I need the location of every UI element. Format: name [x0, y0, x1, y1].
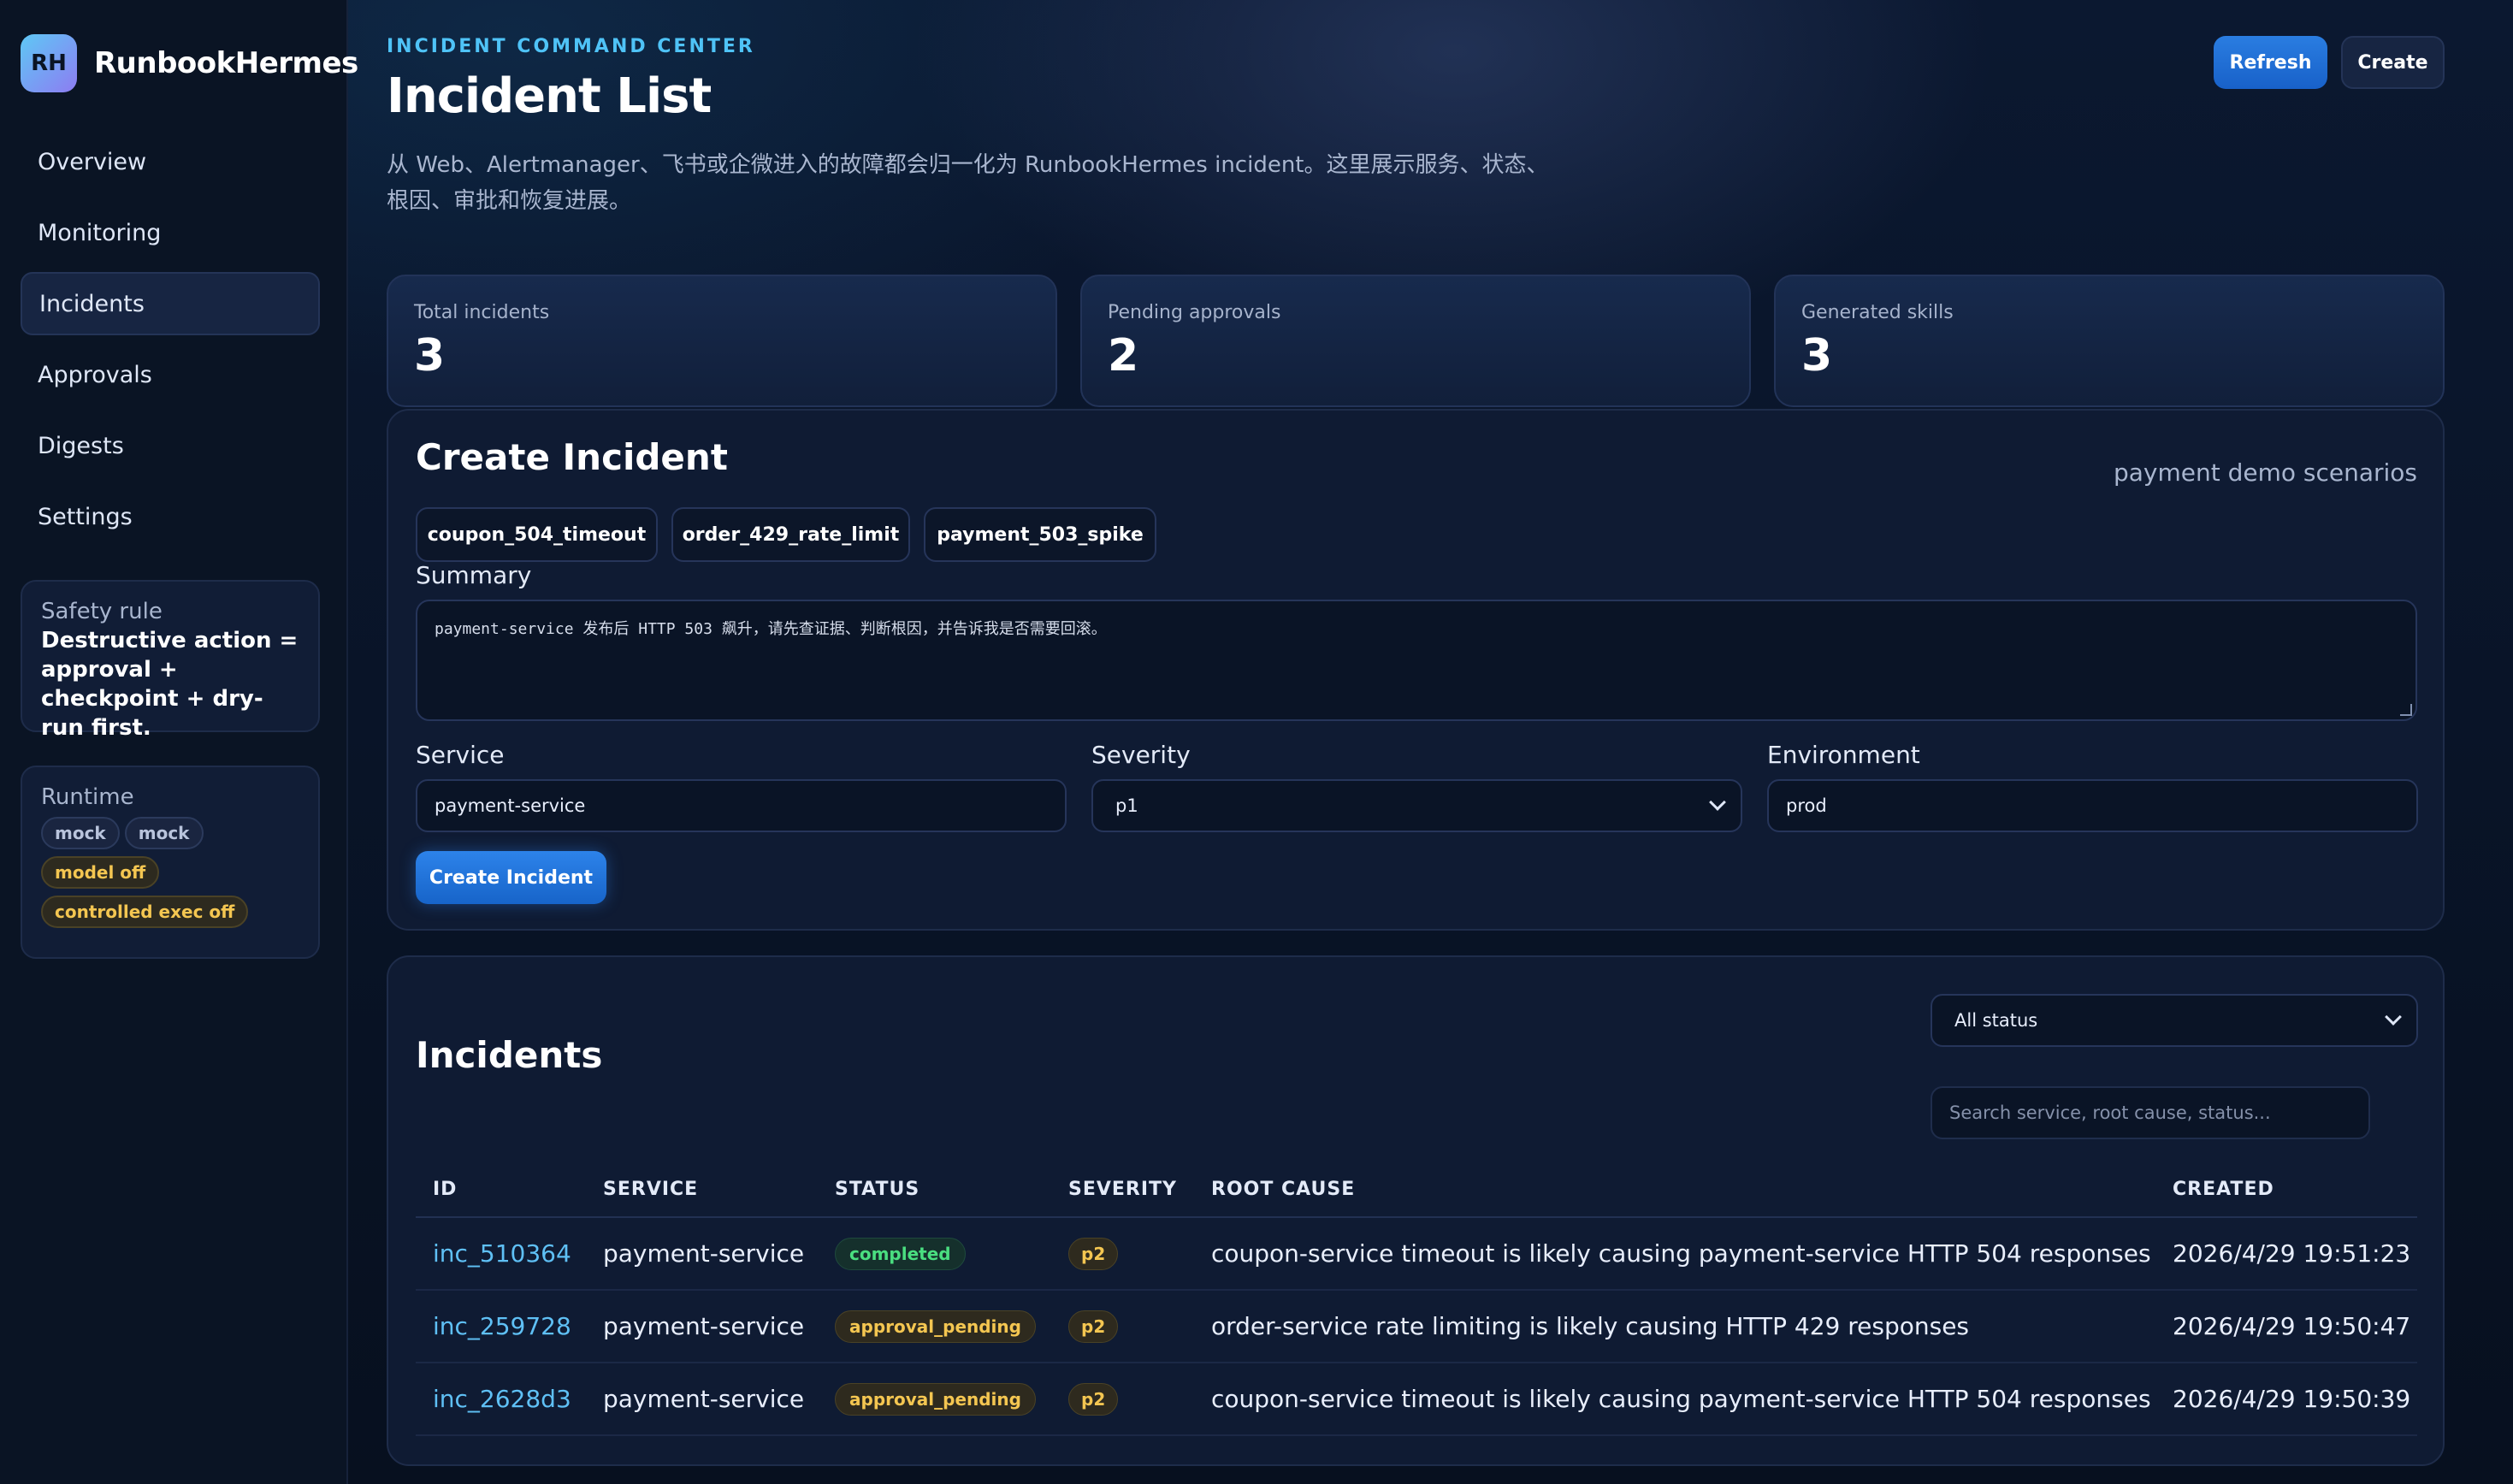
incident-status-cell: approval_pending [818, 1290, 1051, 1363]
sidebar-item-incidents[interactable]: Incidents [21, 272, 320, 335]
search-placeholder: Search service, root cause, status... [1949, 1103, 2271, 1123]
create-incident-panel: Create Incident payment demo scenarios c… [387, 409, 2445, 931]
create-button[interactable]: Create [2341, 36, 2445, 89]
incident-id-link[interactable]: inc_2628d3 [416, 1363, 586, 1436]
sidebar: RH RunbookHermes Overview Monitoring Inc… [0, 0, 358, 1484]
summary-value: payment-service 发布后 HTTP 503 飙升，请先查证据、判断… [435, 620, 1107, 638]
chevron-down-icon [2385, 1008, 2402, 1026]
status-filter-value: All status [1954, 1010, 2038, 1031]
severity-select[interactable]: p1 [1091, 779, 1742, 832]
stat-value: 2 [1108, 330, 1139, 381]
incident-id-link[interactable]: inc_259728 [416, 1290, 586, 1363]
table-row[interactable]: inc_2628d3 payment-service approval_pend… [416, 1363, 2417, 1436]
page-title: Incident List [387, 68, 712, 124]
incident-created: 2026/4/29 19:50:39 [2155, 1363, 2417, 1436]
brand[interactable]: RH RunbookHermes [21, 34, 358, 92]
service-label: Service [416, 741, 505, 769]
create-incident-title: Create Incident [416, 436, 728, 478]
sidebar-item-settings[interactable]: Settings [21, 485, 320, 548]
runtime-pill-mock: mock [124, 817, 204, 849]
table-row[interactable]: inc_510364 payment-service completed p2 … [416, 1217, 2417, 1291]
incident-created: 2026/4/29 19:50:47 [2155, 1290, 2417, 1363]
stat-value: 3 [1801, 330, 1833, 381]
scenario-chip-order[interactable]: order_429_rate_limit [671, 507, 910, 562]
refresh-button[interactable]: Refresh [2214, 36, 2327, 89]
safety-rule-label: Safety rule [41, 599, 163, 624]
incident-service: payment-service [586, 1363, 818, 1436]
status-badge: approval_pending [835, 1382, 1036, 1416]
search-input[interactable]: Search service, root cause, status... [1931, 1086, 2370, 1139]
table-header-row: ID SERVICE STATUS SEVERITY ROOT CAUSE CR… [416, 1162, 2417, 1218]
incidents-table: ID SERVICE STATUS SEVERITY ROOT CAUSE CR… [416, 1162, 2417, 1436]
incident-root-cause: coupon-service timeout is likely causing… [1194, 1363, 2155, 1436]
resize-handle-icon[interactable] [2400, 704, 2412, 716]
summary-textarea[interactable]: payment-service 发布后 HTTP 503 飙升，请先查证据、判断… [416, 600, 2417, 721]
sidebar-item-approvals[interactable]: Approvals [21, 343, 320, 406]
incident-severity-cell: p2 [1051, 1290, 1194, 1363]
page-description: 从 Web、Alertmanager、飞书或企微进入的故障都会归一化为 Runb… [387, 152, 1549, 214]
stat-value: 3 [414, 330, 446, 381]
environment-input[interactable]: prod [1767, 779, 2418, 832]
incident-root-cause: coupon-service timeout is likely causing… [1194, 1217, 2155, 1291]
runtime-label: Runtime [41, 784, 134, 810]
stat-generated-skills: Generated skills 3 [1774, 275, 2445, 407]
stat-label: Total incidents [414, 302, 550, 323]
brand-name: RunbookHermes [94, 46, 358, 80]
stat-label: Pending approvals [1108, 302, 1281, 323]
incident-status-cell: approval_pending [818, 1363, 1051, 1436]
table-row[interactable]: inc_259728 payment-service approval_pend… [416, 1290, 2417, 1363]
severity-badge: p2 [1068, 1382, 1119, 1416]
column-header-id[interactable]: ID [416, 1162, 586, 1218]
severity-label: Severity [1091, 741, 1191, 769]
incident-severity-cell: p2 [1051, 1217, 1194, 1291]
service-value: payment-service [435, 795, 586, 816]
incident-created: 2026/4/29 19:51:23 [2155, 1217, 2417, 1291]
incidents-panel: Incidents All status Search service, roo… [387, 955, 2445, 1466]
sidebar-item-digests[interactable]: Digests [21, 414, 320, 477]
incident-root-cause: order-service rate limiting is likely ca… [1194, 1290, 2155, 1363]
column-header-severity[interactable]: SEVERITY [1051, 1162, 1194, 1218]
runtime-card: Runtime mock mock model off controlled ex… [21, 766, 320, 959]
scenarios-label: payment demo scenarios [2113, 458, 2417, 487]
sidebar-item-overview[interactable]: Overview [21, 130, 320, 193]
safety-rule-text: Destructive action = approval + checkpoi… [41, 628, 299, 741]
create-incident-button[interactable]: Create Incident [416, 851, 606, 904]
safety-rule-card: Safety rule Destructive action = approva… [21, 580, 320, 741]
column-header-status[interactable]: STATUS [818, 1162, 1051, 1218]
column-header-service[interactable]: SERVICE [586, 1162, 818, 1218]
service-input[interactable]: payment-service [416, 779, 1067, 832]
chevron-down-icon [1709, 794, 1726, 811]
column-header-created[interactable]: CREATED [2155, 1162, 2417, 1218]
severity-value: p1 [1115, 795, 1138, 816]
brand-logo-icon: RH [21, 34, 77, 92]
status-filter-select[interactable]: All status [1931, 994, 2418, 1047]
status-badge: approval_pending [835, 1310, 1036, 1343]
app-root: RH RunbookHermes Overview Monitoring Inc… [0, 0, 2513, 1484]
stat-total-incidents: Total incidents 3 [387, 275, 1057, 407]
severity-badge: p2 [1068, 1310, 1119, 1343]
status-badge: completed [835, 1237, 966, 1270]
incident-service: payment-service [586, 1217, 818, 1291]
summary-label: Summary [416, 561, 532, 589]
incident-severity-cell: p2 [1051, 1363, 1194, 1436]
incident-status-cell: completed [818, 1217, 1051, 1291]
environment-value: prod [1786, 795, 1827, 816]
environment-label: Environment [1767, 741, 1920, 769]
sidebar-item-monitoring[interactable]: Monitoring [21, 201, 320, 264]
severity-badge: p2 [1068, 1237, 1119, 1270]
incident-id-link[interactable]: inc_510364 [416, 1217, 586, 1291]
incidents-title: Incidents [416, 1034, 603, 1076]
runtime-pill-model: model off [41, 856, 160, 889]
sidebar-nav: Overview Monitoring Incidents Approvals … [21, 130, 320, 556]
page-eyebrow: INCIDENT COMMAND CENTER [387, 36, 755, 57]
column-header-root-cause[interactable]: ROOT CAUSE [1194, 1162, 2155, 1218]
runtime-pill-mock: mock [41, 817, 120, 849]
incident-service: payment-service [586, 1290, 818, 1363]
scenario-chip-coupon[interactable]: coupon_504_timeout [416, 507, 658, 562]
stat-pending-approvals: Pending approvals 2 [1080, 275, 1751, 407]
scenario-chip-payment[interactable]: payment_503_spike [924, 507, 1156, 562]
stat-label: Generated skills [1801, 302, 1954, 323]
runtime-pill-exec: controlled exec off [41, 896, 249, 928]
